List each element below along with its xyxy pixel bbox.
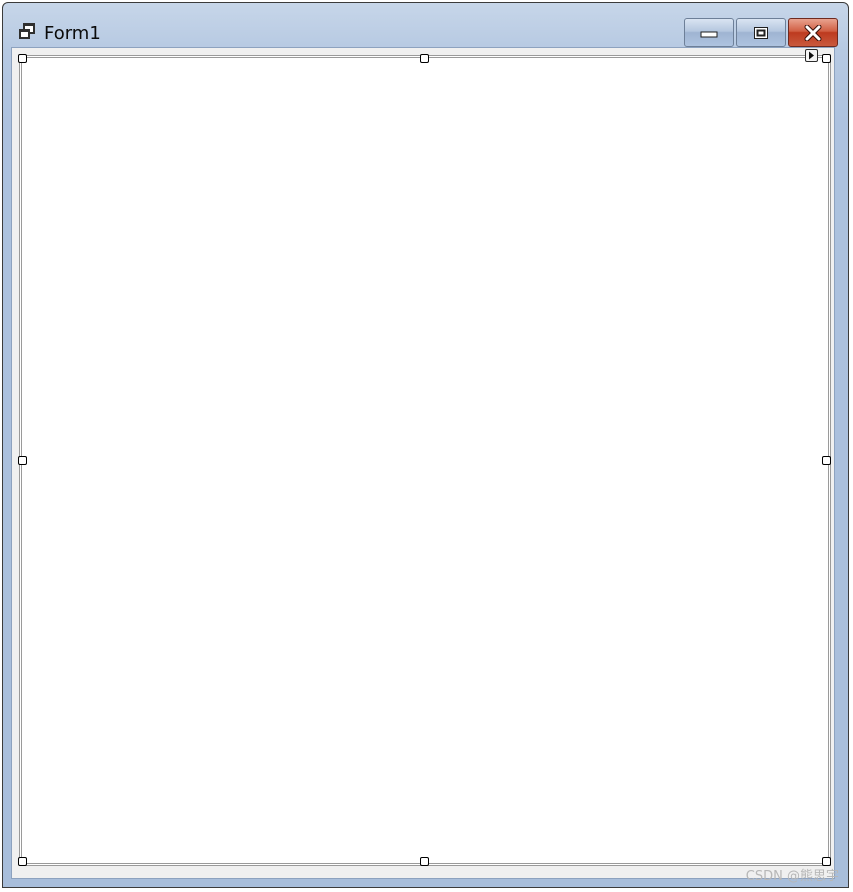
window-title: Form1 <box>44 23 101 44</box>
maximize-button[interactable] <box>736 18 786 47</box>
minimize-icon <box>700 31 718 37</box>
resize-handle-top-left[interactable] <box>18 54 27 63</box>
minimize-button[interactable] <box>684 18 734 47</box>
resize-handle-bottom[interactable] <box>420 857 429 866</box>
watermark: CSDN @熊思宇 <box>745 869 839 884</box>
smart-tag-arrow-icon <box>809 51 814 60</box>
smart-tag-button[interactable] <box>805 49 818 62</box>
resize-handle-bottom-left[interactable] <box>18 857 27 866</box>
close-button[interactable] <box>788 18 838 47</box>
resize-handle-left[interactable] <box>18 456 27 465</box>
maximize-icon <box>754 26 768 39</box>
title-bar[interactable]: Form1 <box>3 3 848 50</box>
form-icon <box>19 23 35 39</box>
resize-handle-top-right[interactable] <box>822 54 831 63</box>
resize-handle-right[interactable] <box>822 456 831 465</box>
resize-handle-top[interactable] <box>420 54 429 63</box>
close-icon <box>804 24 822 41</box>
empty-control-selection[interactable] <box>24 60 826 861</box>
